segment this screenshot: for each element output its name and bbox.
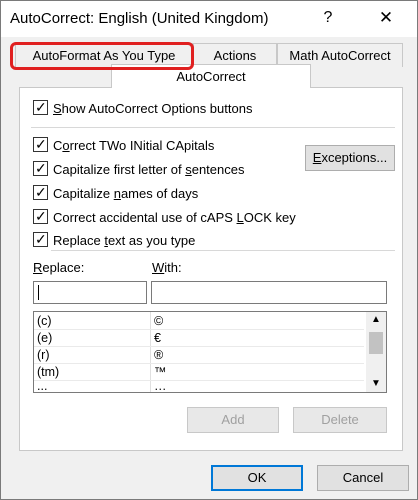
add-button[interactable]: Add <box>187 407 279 433</box>
autocorrect-dialog: AutoCorrect: English (United Kingdom) ? … <box>0 0 418 500</box>
ok-button[interactable]: OK <box>211 465 303 491</box>
checkbox-box[interactable]: ✓ <box>33 99 48 115</box>
close-icon[interactable]: ✕ <box>373 6 399 30</box>
checkbox-label: Correct TWo INitial CApitals <box>53 138 215 153</box>
checkbox-label: Show AutoCorrect Options buttons <box>53 101 253 116</box>
divider <box>31 127 395 128</box>
list-scrollbar[interactable]: ▲ ▼ <box>366 312 386 392</box>
checkmark-icon: ✓ <box>35 160 47 176</box>
replace-label: Replace: <box>33 260 85 275</box>
checkmark-icon: ✓ <box>35 99 47 115</box>
replace-input[interactable] <box>33 281 147 304</box>
text-caret <box>38 285 39 300</box>
highlight-annotation <box>10 42 194 70</box>
checkbox-box[interactable]: ✓ <box>33 231 48 247</box>
list-item[interactable]: (c) © <box>34 313 364 329</box>
delete-button[interactable]: Delete <box>293 407 387 433</box>
list-item[interactable]: ...… <box>34 378 364 392</box>
scroll-up-icon[interactable]: ▲ <box>366 312 386 328</box>
with-label: With: <box>152 260 182 275</box>
checkmark-icon: ✓ <box>35 231 47 247</box>
checkbox-box[interactable]: ✓ <box>33 160 48 176</box>
scroll-thumb[interactable] <box>369 332 383 354</box>
group-divider <box>51 250 395 251</box>
list-item[interactable]: (e) € <box>34 330 364 346</box>
help-icon[interactable]: ? <box>317 6 339 30</box>
window-title: AutoCorrect: English (United Kingdom) <box>10 10 269 27</box>
checkbox-label: Capitalize names of days <box>53 186 199 201</box>
cancel-button[interactable]: Cancel <box>317 465 409 491</box>
list-item[interactable]: (r) ® <box>34 347 364 363</box>
checkbox-label: Capitalize first letter of sentences <box>53 162 245 177</box>
checkbox-label: Replace text as you type <box>53 233 196 248</box>
checkbox-label: Correct accidental use of cAPS LOCK key <box>53 210 296 225</box>
checkbox-box[interactable]: ✓ <box>33 208 48 224</box>
exceptions-button[interactable]: Exceptions... <box>305 145 395 171</box>
replacement-list[interactable]: (c) © (e) € (r) ® (tm) ™ ...… ▲ ▼ <box>33 311 387 393</box>
checkbox-box[interactable]: ✓ <box>33 184 48 200</box>
checkmark-icon: ✓ <box>35 136 47 152</box>
checkmark-icon: ✓ <box>35 184 47 200</box>
scroll-down-icon[interactable]: ▼ <box>366 376 386 392</box>
checkbox-box[interactable]: ✓ <box>33 136 48 152</box>
with-input[interactable] <box>151 281 387 304</box>
title-bar: AutoCorrect: English (United Kingdom) ? … <box>1 1 417 37</box>
checkmark-icon: ✓ <box>35 208 47 224</box>
